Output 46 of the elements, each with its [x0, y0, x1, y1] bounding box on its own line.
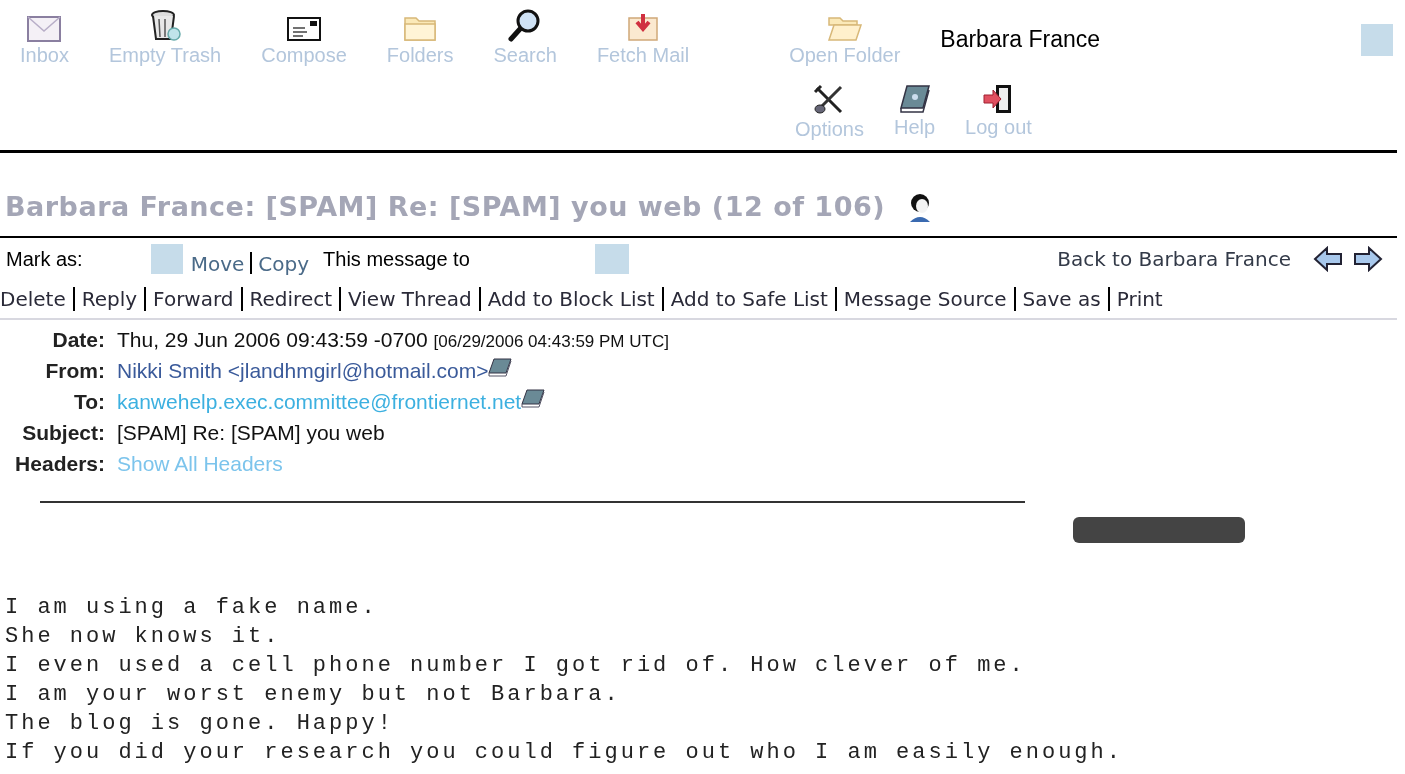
address-book-icon [521, 388, 546, 409]
placeholder-image-icon [150, 243, 183, 274]
header-label: Date: [51, 326, 105, 353]
subject-value: [SPAM] Re: [SPAM] you web [117, 419, 385, 446]
action-link[interactable]: Save as [1022, 283, 1101, 314]
action-link[interactable]: Print [1116, 283, 1163, 314]
letter-icon [287, 16, 321, 42]
header-label: To: [72, 388, 105, 415]
placeholder-image-icon [1361, 24, 1393, 56]
header-label: From: [44, 357, 105, 384]
trash-can-icon [148, 8, 183, 42]
back-link[interactable]: Back to Barbara France [1057, 243, 1291, 274]
body-line: I am using a fake name. [5, 593, 379, 622]
envelope-icon [27, 16, 62, 42]
utc-date: [06/29/2006 04:43:59 PM UTC] [433, 330, 669, 353]
open-folder-icon [826, 14, 863, 42]
mark-as-label: Mark as: [6, 246, 83, 272]
action-link[interactable]: Redirect [249, 283, 333, 314]
message-title: Barbara France: [SPAM] Re: [SPAM] you web (12 of 106) [5, 190, 886, 224]
body-line: The blog is gone. Happy! [5, 709, 395, 738]
address-book-icon [488, 357, 513, 378]
right-arrow-icon[interactable] [1353, 245, 1383, 272]
action-link[interactable]: Message Source [843, 283, 1007, 314]
body-line: If you did your research you could figure out who I am easily enough. [5, 738, 1124, 767]
header-label: Subject: [21, 419, 105, 446]
body-line: I even used a cell phone number I got rid of. How clever of me. [5, 651, 1027, 680]
action-link[interactable]: Reply [81, 283, 138, 314]
action-link[interactable]: View Thread [348, 283, 472, 314]
message-to-label: This message to [323, 246, 470, 272]
action-link[interactable]: Add to Block List [487, 283, 655, 314]
sender-link[interactable]: Nikki Smith <jlandhmgirl@hotmail.com> [117, 354, 489, 386]
copy-link[interactable]: Copy [258, 251, 310, 276]
folder-icon [403, 14, 438, 42]
left-arrow-icon[interactable] [1313, 245, 1343, 272]
move-link[interactable]: Move [190, 251, 245, 276]
user-name: Barbara France [940, 25, 1101, 54]
book-icon [898, 84, 931, 114]
inbox-tray-icon [626, 12, 660, 42]
action-link[interactable]: Delete [0, 283, 66, 314]
header-label: Headers: [14, 450, 105, 477]
body-line: She now knows it. [5, 622, 282, 651]
action-link[interactable]: Forward [153, 283, 234, 314]
date-value: Thu, 29 Jun 2006 09:43:59 -0700 [117, 326, 428, 353]
action-link[interactable]: Add to Safe List [670, 283, 828, 314]
placeholder-image-icon [594, 243, 629, 274]
body-line: I am your worst enemy but not Barbara. [5, 680, 622, 709]
